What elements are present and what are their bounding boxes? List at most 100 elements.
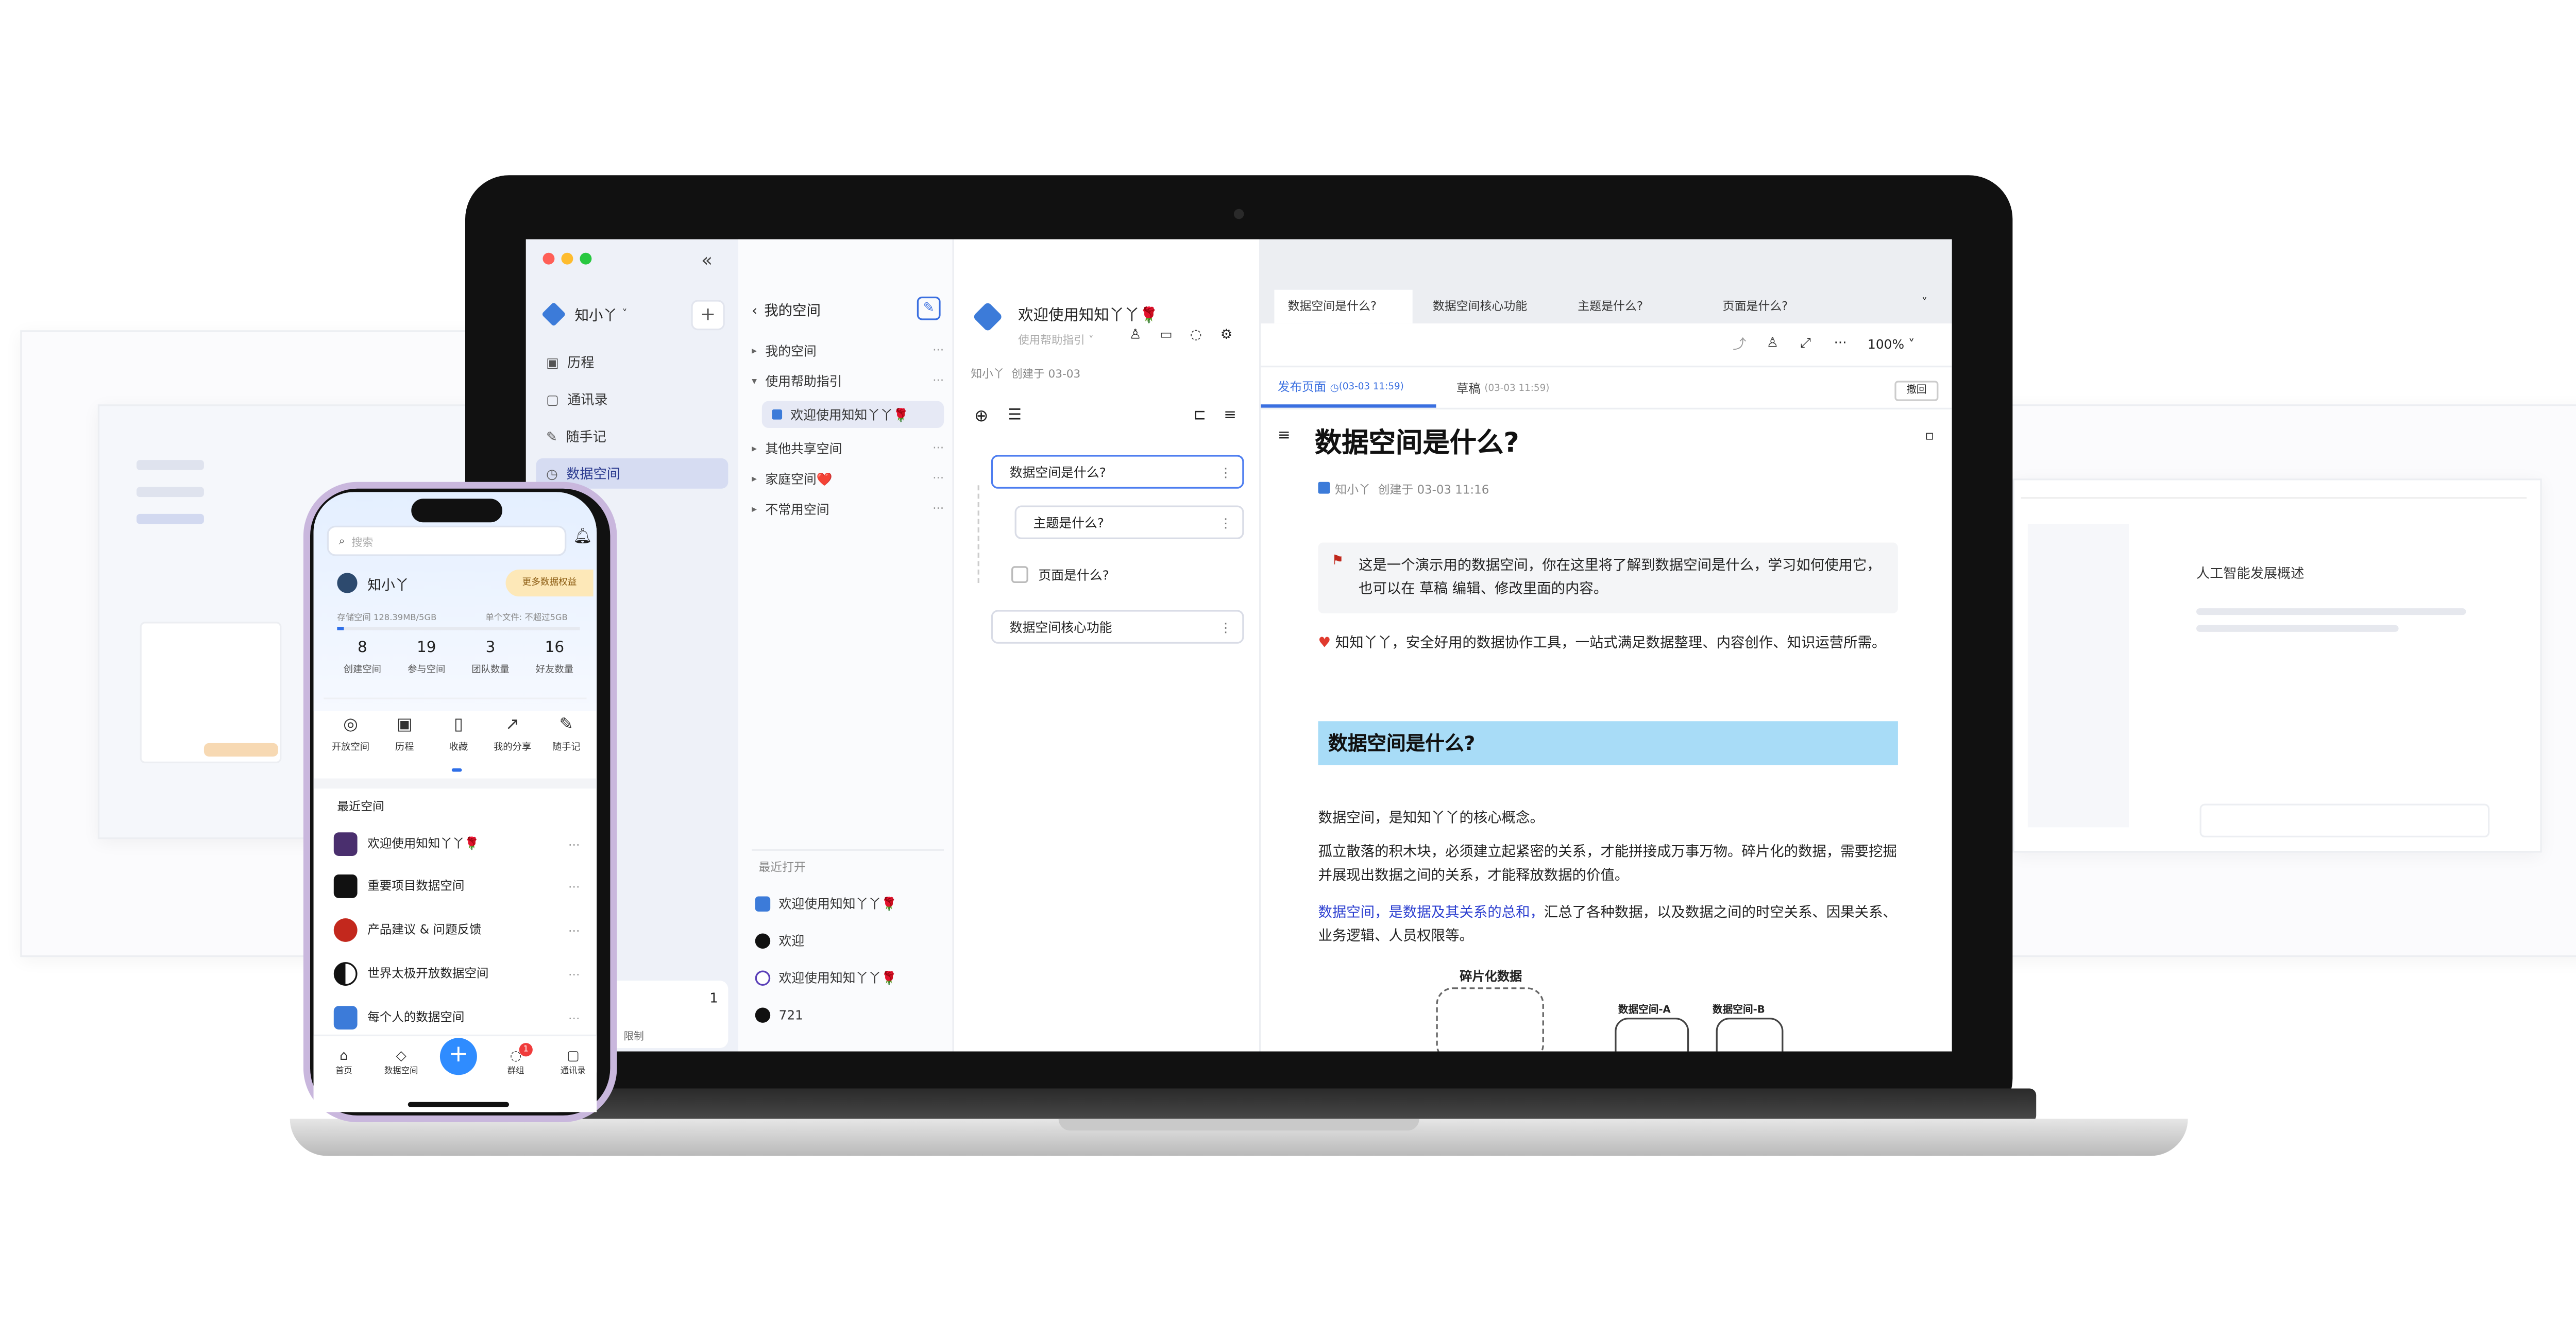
draft-tab[interactable]: 草稿 (03-03 11:59) — [1456, 371, 1550, 408]
sidebar-item-notes[interactable]: ✎ 随手记 — [536, 421, 728, 452]
recent-item[interactable]: 欢迎使用知知丫丫🌹 — [755, 889, 947, 916]
quick-notes[interactable]: ✎ 随手记 — [541, 716, 591, 753]
more-icon[interactable]: ··· — [568, 836, 580, 851]
more-icon[interactable]: ··· — [933, 472, 944, 485]
tree-item[interactable]: ▸ 不常用空间 ··· — [752, 495, 947, 522]
close-dot[interactable] — [543, 252, 555, 265]
stat-joined[interactable]: 19 参与空间 — [396, 640, 457, 676]
revoke-button[interactable]: 撤回 — [1894, 381, 1939, 401]
link-text[interactable]: 数据空间，是数据及其关系的总和， — [1318, 903, 1544, 920]
zoom-select[interactable]: 100% ˅ — [1868, 337, 1914, 352]
tab-doc-1[interactable]: 数据空间是什么? — [1274, 289, 1413, 324]
tree-item-selected[interactable]: 欢迎使用知知丫丫🌹 — [761, 401, 944, 428]
phone-bell-icon[interactable]: 🔔︎ — [573, 529, 592, 546]
checkbox[interactable] — [1011, 566, 1028, 584]
tab-home[interactable]: ⌂ 首页 — [324, 1048, 364, 1077]
stat-teams[interactable]: 3 团队数量 — [460, 640, 521, 676]
tagline: ♥ 知知丫丫，安全好用的数据协作工具，一站式满足数据整理、内容创作、知识运营所需… — [1318, 630, 1897, 654]
space-item[interactable]: 欢迎使用知知丫丫🌹 ··· — [333, 829, 587, 860]
tree-item[interactable]: ▸ 其他共享空间 ··· — [752, 435, 947, 461]
mindmap-node[interactable]: 主题是什么? ⋮ — [1014, 505, 1244, 539]
more-icon[interactable]: ··· — [933, 344, 944, 357]
quick-share[interactable]: ↗ 我的分享 — [487, 716, 538, 753]
new-note-icon[interactable]: ✎ — [917, 296, 941, 320]
quick-favorites[interactable]: ▯ 收藏 — [433, 716, 484, 753]
mindmap-subtitle[interactable]: 使用帮助指引 ˅ — [1018, 330, 1094, 347]
space-item[interactable]: 重要项目数据空间 ··· — [333, 871, 587, 901]
more-icon[interactable]: ··· — [568, 879, 580, 894]
publish-time: (03-03 11:59) — [1338, 382, 1404, 393]
tree-item[interactable]: ▸ 我的空间 ··· — [752, 337, 947, 364]
space-item[interactable]: 每个人的数据空间 ··· — [333, 1003, 587, 1033]
outline-icon[interactable]: ☰ — [1008, 408, 1021, 425]
stat-friends[interactable]: 16 好友数量 — [524, 640, 585, 676]
chevron-down-icon[interactable]: ˅ — [1922, 297, 1927, 310]
callout-text: 这是一个演示用的数据空间，你在这里将了解到数据空间是什么，学习如何使用它，也可以… — [1358, 556, 1881, 597]
person-icon[interactable]: ♙ — [1767, 335, 1778, 350]
upgrade-badge[interactable]: 更多数据权益 — [505, 569, 594, 597]
more-icon[interactable]: ··· — [568, 922, 580, 937]
more-icon[interactable]: ··· — [568, 1010, 580, 1025]
doc-title: 数据空间是什么? — [1314, 426, 1519, 458]
tree-layout-icon[interactable]: ⊏ — [1193, 408, 1206, 425]
quick-label: 开放空间 — [331, 743, 370, 753]
recent-label: 欢迎使用知知丫丫🌹 — [778, 895, 897, 911]
gear-icon[interactable]: ⚙ — [1221, 327, 1232, 342]
search-icon: ⌕ — [338, 533, 345, 547]
expand-icon[interactable]: ⤢ — [1800, 335, 1811, 352]
chat-icon[interactable]: ◌ — [1190, 327, 1202, 342]
more-icon[interactable]: ··· — [1834, 335, 1847, 350]
space-item[interactable]: 世界太极开放数据空间 ··· — [333, 959, 587, 989]
tree-header[interactable]: ‹ 我的空间 — [752, 300, 821, 320]
mindmap-node[interactable]: 页面是什么? — [1038, 566, 1109, 585]
tab-contacts[interactable]: ▢ 通讯录 — [553, 1048, 594, 1077]
notification-badge: 1 — [519, 1043, 533, 1057]
tab-doc-2[interactable]: 数据空间核心功能 — [1419, 289, 1558, 324]
quick-open-space[interactable]: ◎ 开放空间 — [325, 716, 376, 753]
single-file-text: 单个文件: 不超过5GB — [485, 613, 568, 624]
person-icon[interactable]: ♙ — [1129, 327, 1141, 342]
more-icon[interactable]: ··· — [933, 441, 944, 455]
sidebar-add-button[interactable]: + — [691, 300, 725, 331]
user-switcher[interactable]: 知小丫 ˅ — [541, 302, 628, 327]
recent-item[interactable]: 721 — [755, 1001, 947, 1027]
stat-number: 16 — [545, 640, 565, 657]
zoom-dot[interactable] — [580, 252, 592, 265]
recent-item[interactable]: 欢迎 — [755, 927, 947, 953]
tree-item-label: 家庭空间❤️ — [765, 471, 833, 486]
mindmap-node[interactable]: 数据空间是什么? ⋮ — [991, 455, 1244, 489]
chevron-down-icon: ˅ — [622, 308, 628, 320]
tab-doc-3[interactable]: 主题是什么? — [1564, 289, 1703, 324]
quick-label: 历程 — [395, 743, 414, 753]
stat-created[interactable]: 8 创建空间 — [332, 640, 393, 676]
publish-tab[interactable]: 发布页面 ◷ (03-03 11:59) — [1261, 371, 1436, 408]
recent-item[interactable]: 欢迎使用知知丫丫🌹 — [755, 964, 947, 990]
mindmap-node[interactable]: 数据空间核心功能 ⋮ — [991, 610, 1244, 644]
caret-icon: ▸ — [752, 472, 757, 485]
phone-avatar[interactable] — [337, 573, 358, 593]
sidebar-item-history[interactable]: ▣ 历程 — [536, 347, 728, 378]
quick-history[interactable]: ▣ 历程 — [379, 716, 430, 753]
minimize-dot[interactable] — [561, 252, 573, 265]
more-icon[interactable]: ··· — [933, 502, 944, 516]
more-icon[interactable]: ··· — [568, 966, 580, 981]
tab-doc-4[interactable]: 页面是什么? — [1709, 289, 1848, 324]
tree-item[interactable]: ▾ 使用帮助指引 ··· — [752, 367, 947, 394]
share-icon[interactable]: ⤴ — [1733, 335, 1746, 354]
more-icon[interactable]: ··· — [933, 374, 944, 387]
list-icon[interactable]: ≡ — [1224, 408, 1236, 425]
more-vertical-icon[interactable]: ⋮ — [1219, 464, 1232, 479]
more-vertical-icon[interactable]: ⋮ — [1219, 619, 1232, 634]
tree-item[interactable]: ▸ 家庭空间❤️ ··· — [752, 465, 947, 492]
more-vertical-icon[interactable]: ⋮ — [1219, 515, 1232, 530]
comment-icon[interactable]: ▫ — [1925, 428, 1934, 443]
outline-icon[interactable]: ≡ — [1278, 428, 1291, 445]
double-chevron-left-icon[interactable]: « — [701, 249, 713, 271]
tab-data-space[interactable]: ◇ 数据空间 — [381, 1048, 421, 1077]
sidebar-item-contacts[interactable]: ▢ 通讯录 — [536, 384, 728, 415]
phone-search-input[interactable]: ⌕ 搜索 — [327, 525, 567, 556]
space-item[interactable]: 产品建议 & 问题反馈 ··· — [333, 915, 587, 946]
add-circle-icon[interactable]: ⊕ — [974, 408, 988, 426]
plus-button[interactable]: + — [439, 1038, 477, 1075]
folder-icon[interactable]: ▭ — [1160, 327, 1173, 342]
